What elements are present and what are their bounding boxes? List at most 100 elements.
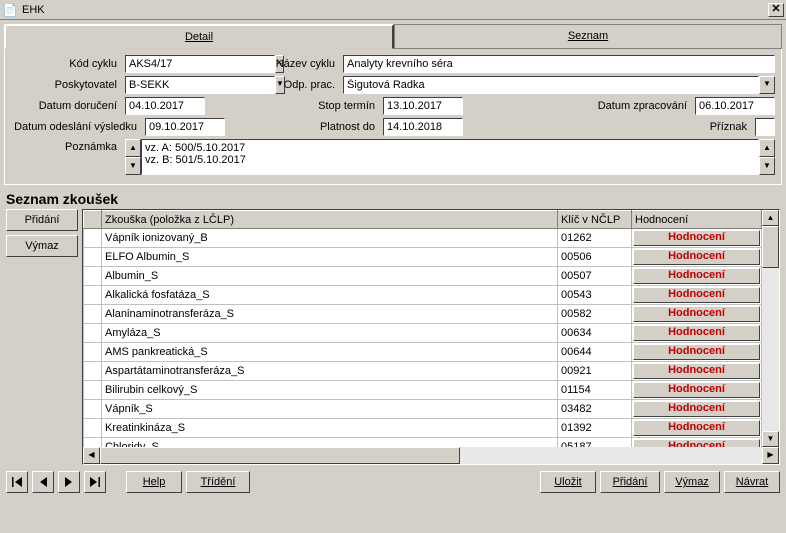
nav-first-button[interactable] <box>6 471 28 493</box>
row-selector[interactable] <box>84 438 102 448</box>
table-row[interactable]: Bilirubin celkový_S01154Hodnocení <box>84 381 762 400</box>
nav-prev-icon <box>38 477 48 487</box>
cell-klic: 01154 <box>558 381 632 400</box>
poskytovatel-input[interactable] <box>125 76 275 94</box>
hodnoceni-button[interactable]: Hodnocení <box>633 325 760 341</box>
table-row[interactable]: Chloridy_S05187Hodnocení <box>84 438 762 448</box>
vscroll-up[interactable]: ▲ <box>762 210 779 226</box>
table-row[interactable]: Aspartátaminotransferáza_S00921Hodnocení <box>84 362 762 381</box>
note-spin-up[interactable]: ▲ <box>125 139 141 157</box>
cell-klic: 00634 <box>558 324 632 343</box>
datum-doruceni-input[interactable] <box>125 97 205 115</box>
odp-prac-dropdown[interactable]: ▼ <box>759 76 775 94</box>
hodnoceni-button[interactable]: Hodnocení <box>633 363 760 379</box>
label-priznak: Příznak <box>467 121 751 133</box>
cell-klic: 00543 <box>558 286 632 305</box>
cell-zkouska: Amyláza_S <box>102 324 558 343</box>
col-header-klic[interactable]: Klíč v NČLP <box>558 211 632 229</box>
ulozit-button[interactable]: Uložit <box>540 471 596 493</box>
col-header-selector[interactable] <box>84 211 102 229</box>
row-selector[interactable] <box>84 267 102 286</box>
hscroll-thumb[interactable] <box>100 447 460 464</box>
datum-odeslani-input[interactable] <box>145 118 225 136</box>
table-row[interactable]: Vápník ionizovaný_B01262Hodnocení <box>84 229 762 248</box>
row-selector[interactable] <box>84 305 102 324</box>
cell-zkouska: Vápník ionizovaný_B <box>102 229 558 248</box>
hodnoceni-button[interactable]: Hodnocení <box>633 420 760 436</box>
row-selector[interactable] <box>84 324 102 343</box>
help-button[interactable]: Help <box>126 471 182 493</box>
row-selector[interactable] <box>84 362 102 381</box>
note-scroll-down[interactable]: ▼ <box>759 157 775 175</box>
hodnoceni-button[interactable]: Hodnocení <box>633 268 760 284</box>
poznamka-area[interactable]: vz. A: 500/5.10.2017 vz. B: 501/5.10.201… <box>141 139 759 175</box>
hodnoceni-button[interactable]: Hodnocení <box>633 344 760 360</box>
cell-klic: 03482 <box>558 400 632 419</box>
hodnoceni-button[interactable]: Hodnocení <box>633 382 760 398</box>
datum-zpracovani-input[interactable] <box>695 97 775 115</box>
tab-row: Detail Seznam <box>0 20 786 49</box>
hscroll-right[interactable]: ▶ <box>762 447 779 464</box>
note-spin-down[interactable]: ▼ <box>125 157 141 175</box>
row-selector[interactable] <box>84 229 102 248</box>
tab-detail[interactable]: Detail <box>4 24 394 49</box>
kod-cyklu-input[interactable] <box>125 55 275 73</box>
label-kod-cyklu: Kód cyklu <box>11 58 121 70</box>
nav-prev-button[interactable] <box>32 471 54 493</box>
row-selector[interactable] <box>84 286 102 305</box>
vymaz-button[interactable]: Výmaz <box>664 471 720 493</box>
hodnoceni-button[interactable]: Hodnocení <box>633 401 760 417</box>
hodnoceni-button[interactable]: Hodnocení <box>633 287 760 303</box>
row-selector[interactable] <box>84 419 102 438</box>
row-selector[interactable] <box>84 400 102 419</box>
hodnoceni-button[interactable]: Hodnocení <box>633 439 760 447</box>
nav-last-button[interactable] <box>84 471 106 493</box>
table-row[interactable]: Kreatinkináza_S01392Hodnocení <box>84 419 762 438</box>
row-selector[interactable] <box>84 343 102 362</box>
cell-klic: 00582 <box>558 305 632 324</box>
nav-next-button[interactable] <box>58 471 80 493</box>
hodnoceni-button[interactable]: Hodnocení <box>633 306 760 322</box>
side-pridani-button[interactable]: Přidání <box>6 209 78 231</box>
table-row[interactable]: ELFO Albumin_S00506Hodnocení <box>84 248 762 267</box>
label-datum-doruceni: Datum doručení <box>11 100 121 112</box>
tab-seznam[interactable]: Seznam <box>394 24 782 49</box>
vscroll-down[interactable]: ▼ <box>762 431 779 447</box>
hodnoceni-button[interactable]: Hodnocení <box>633 230 760 246</box>
vscroll-track[interactable] <box>762 226 779 431</box>
table-row[interactable]: Alaninaminotransferáza_S00582Hodnocení <box>84 305 762 324</box>
label-poznamka: Poznámka <box>11 139 121 153</box>
nazev-cyklu-input[interactable] <box>343 55 775 73</box>
table-row[interactable]: Vápník_S03482Hodnocení <box>84 400 762 419</box>
platnost-do-input[interactable] <box>383 118 463 136</box>
hscroll-track[interactable] <box>100 447 762 464</box>
side-vymaz-button[interactable]: Výmaz <box>6 235 78 257</box>
vscroll-thumb[interactable] <box>762 226 779 268</box>
row-selector[interactable] <box>84 381 102 400</box>
table-row[interactable]: Alkalická fosfatáza_S00543Hodnocení <box>84 286 762 305</box>
detail-panel: Kód cyklu ✕ Název cyklu Poskytovatel ▼ O… <box>4 49 782 185</box>
window-title: EHK <box>22 4 768 16</box>
close-button[interactable]: ✕ <box>768 3 784 17</box>
pridani-button[interactable]: Přidání <box>600 471 660 493</box>
table-row[interactable]: Albumin_S00507Hodnocení <box>84 267 762 286</box>
row-selector[interactable] <box>84 248 102 267</box>
navrat-button[interactable]: Návrat <box>724 471 780 493</box>
cell-zkouska: ELFO Albumin_S <box>102 248 558 267</box>
table-row[interactable]: AMS pankreatická_S00644Hodnocení <box>84 343 762 362</box>
hodnoceni-button[interactable]: Hodnocení <box>633 249 760 265</box>
table-row[interactable]: Amyláza_S00634Hodnocení <box>84 324 762 343</box>
label-datum-zpracovani: Datum zpracování <box>467 100 691 112</box>
col-header-hodnoceni[interactable]: Hodnocení <box>632 211 762 229</box>
cell-klic: 00506 <box>558 248 632 267</box>
cell-zkouska: Albumin_S <box>102 267 558 286</box>
odp-prac-input[interactable] <box>343 76 759 94</box>
note-scroll-up[interactable]: ▲ <box>759 139 775 157</box>
cell-zkouska: Alkalická fosfatáza_S <box>102 286 558 305</box>
col-header-zkouska[interactable]: Zkouška (položka z LČLP) <box>102 211 558 229</box>
cell-zkouska: Alaninaminotransferáza_S <box>102 305 558 324</box>
hscroll-left[interactable]: ◀ <box>83 447 100 464</box>
trideni-button[interactable]: Třídění <box>186 471 250 493</box>
stop-termin-input[interactable] <box>383 97 463 115</box>
priznak-box[interactable] <box>755 118 775 136</box>
